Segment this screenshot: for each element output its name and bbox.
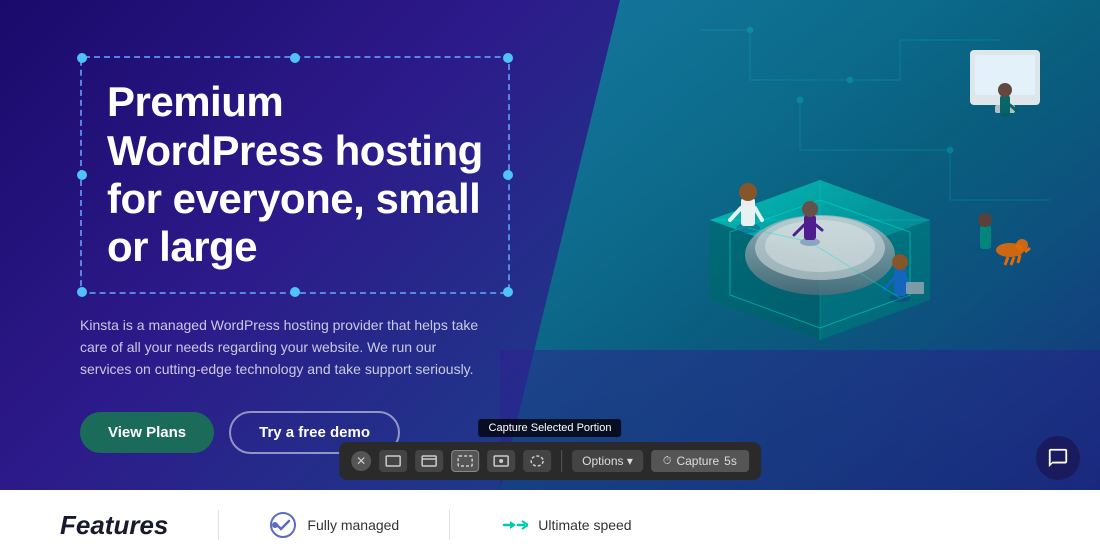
capture-window-button[interactable] (415, 450, 443, 472)
capture-label: Capture Selected Portion (479, 419, 622, 437)
bottom-divider-1 (218, 510, 219, 540)
capture-options-button[interactable]: Options ▾ (572, 450, 643, 472)
chat-bubble-button[interactable] (1036, 436, 1080, 480)
hero-illustration (500, 0, 1100, 490)
features-text: Features (60, 510, 168, 541)
capture-screen-record-button[interactable] (487, 450, 515, 472)
selection-box: Premium WordPress hosting for everyone, … (80, 56, 510, 293)
capture-selection-button[interactable] (451, 450, 479, 472)
capture-bar: ✕ (339, 442, 761, 480)
capture-circle-button[interactable] (523, 450, 551, 472)
capture-close-button[interactable]: ✕ (351, 451, 371, 471)
bottom-bar: Features Fully managed (0, 490, 1100, 560)
handle-middle-right (503, 170, 513, 180)
capture-fullscreen-button[interactable] (379, 450, 407, 472)
handle-middle-left (77, 170, 87, 180)
bottom-divider-2 (449, 510, 450, 540)
hero-title: Premium WordPress hosting for everyone, … (107, 78, 483, 271)
capture-toolbar: Capture Selected Portion ✕ (339, 419, 761, 480)
view-plans-button[interactable]: View Plans (80, 412, 214, 453)
capture-divider (561, 450, 562, 472)
handle-bottom-left (77, 287, 87, 297)
page-wrapper: Premium WordPress hosting for everyone, … (0, 0, 1100, 560)
handle-top-right (503, 53, 513, 63)
fully-managed-icon (269, 511, 297, 539)
hero-description: Kinsta is a managed WordPress hosting pr… (80, 314, 480, 381)
ultimate-speed-icon (500, 511, 528, 539)
fully-managed-label: Fully managed (307, 517, 399, 533)
ultimate-speed-label: Ultimate speed (538, 517, 631, 533)
feature-ultimate-speed: Ultimate speed (500, 511, 631, 539)
handle-top-left (77, 53, 87, 63)
hero-content: Premium WordPress hosting for everyone, … (0, 0, 550, 490)
feature-fully-managed: Fully managed (269, 511, 399, 539)
handle-top-center (290, 53, 300, 63)
capture-button[interactable]: ⏱ Capture 5s (651, 450, 749, 472)
handle-bottom-right (503, 287, 513, 297)
handle-bottom-center (290, 287, 300, 297)
